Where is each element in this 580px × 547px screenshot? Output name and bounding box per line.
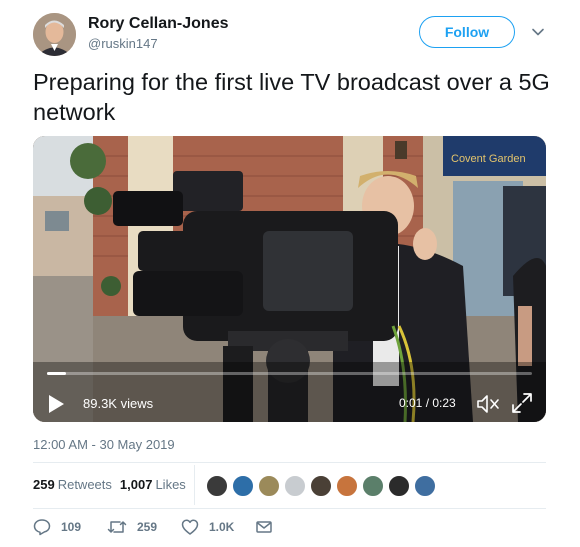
mute-icon[interactable]	[476, 393, 500, 415]
liker-avatar[interactable]	[388, 475, 410, 497]
tweet-actions: 109 259 1.0K	[33, 518, 546, 540]
like-button[interactable]: 1.0K	[181, 518, 234, 536]
video-progress-bar[interactable]	[47, 372, 532, 375]
stats-separator	[194, 465, 195, 505]
like-stat[interactable]: 1,007 Likes	[120, 477, 186, 492]
liker-avatar[interactable]	[310, 475, 332, 497]
liker-avatar[interactable]	[362, 475, 384, 497]
heart-icon	[181, 519, 199, 535]
chevron-down-icon[interactable]	[530, 24, 546, 40]
tweet-timestamp[interactable]: 12:00 AM - 30 May 2019	[33, 437, 175, 452]
retweet-icon	[107, 521, 127, 533]
reply-count: 109	[61, 520, 82, 534]
retweet-stat[interactable]: 259 Retweets	[33, 477, 112, 492]
profile-photo-icon	[33, 13, 76, 56]
author-name[interactable]: Rory Cellan-Jones	[88, 15, 228, 33]
engagement-stats: 259 Retweets 1,007 Likes	[33, 477, 194, 492]
like-stat-label: Likes	[155, 477, 186, 492]
envelope-icon	[256, 521, 272, 533]
video-frame: Covent Garden	[33, 136, 546, 422]
liker-avatar[interactable]	[284, 475, 306, 497]
shop-sign-text: Covent Garden	[451, 153, 526, 165]
tweet-header: Rory Cellan-Jones @ruskin147 Follow	[0, 0, 580, 60]
video-view-count: 89.3K views	[83, 396, 154, 411]
liker-avatars	[206, 475, 440, 497]
tweet-text: Preparing for the first live TV broadcas…	[33, 69, 550, 125]
like-stat-count: 1,007	[119, 477, 153, 492]
reply-button[interactable]: 109	[33, 518, 81, 536]
divider	[33, 462, 546, 463]
like-count: 1.0K	[209, 520, 235, 534]
video-player[interactable]: Covent Garden 89.3K views 0:01 / 0:23	[33, 136, 546, 422]
direct-message-button[interactable]	[255, 518, 283, 536]
retweet-count: 259	[137, 520, 158, 534]
follow-button[interactable]: Follow	[419, 16, 515, 48]
author-handle[interactable]: @ruskin147	[88, 36, 158, 51]
retweet-button[interactable]: 259	[107, 518, 157, 536]
liker-avatar[interactable]	[258, 475, 280, 497]
liker-avatar[interactable]	[206, 475, 228, 497]
reply-icon	[33, 519, 51, 536]
retweet-stat-count: 259	[33, 477, 55, 492]
video-progress-fill	[47, 372, 67, 375]
video-time: 0:01 / 0:23	[399, 396, 456, 410]
retweet-stat-label: Retweets	[57, 477, 112, 492]
divider	[33, 508, 546, 509]
author-avatar[interactable]	[33, 13, 76, 56]
liker-avatar[interactable]	[336, 475, 358, 497]
liker-avatar[interactable]	[414, 475, 436, 497]
play-icon[interactable]	[46, 393, 66, 415]
liker-avatar[interactable]	[232, 475, 254, 497]
fullscreen-icon[interactable]	[511, 392, 533, 414]
